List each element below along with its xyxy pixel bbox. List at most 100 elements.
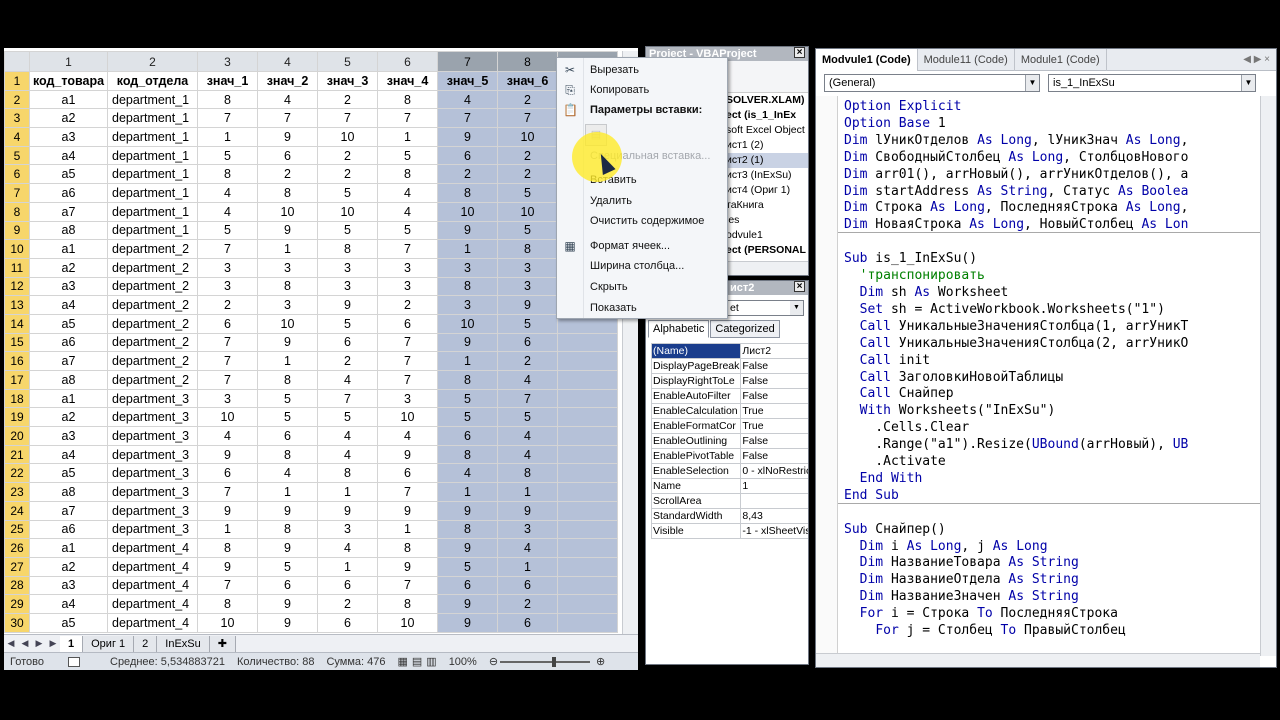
- table-cell[interactable]: department_3: [107, 482, 198, 502]
- property-value[interactable]: False: [740, 358, 808, 374]
- page-break-icon[interactable]: ▥: [426, 655, 436, 668]
- table-cell[interactable]: 2: [257, 164, 318, 185]
- table-cell[interactable]: 7: [377, 351, 438, 371]
- table-cell[interactable]: 2: [377, 295, 438, 315]
- table-cell[interactable]: a6: [29, 519, 108, 540]
- table-cell[interactable]: 9: [257, 538, 318, 558]
- table-cell[interactable]: 4: [497, 370, 558, 390]
- table-cell[interactable]: department_1: [107, 145, 198, 166]
- property-row[interactable]: EnableCalculation True: [650, 403, 808, 419]
- row-header[interactable]: 28: [4, 575, 30, 596]
- property-value[interactable]: [740, 493, 808, 509]
- table-cell[interactable]: a2: [29, 556, 108, 577]
- property-value[interactable]: True: [740, 418, 808, 434]
- table-cell[interactable]: 6: [197, 463, 258, 484]
- table-cell[interactable]: 7: [197, 351, 258, 371]
- table-cell[interactable]: 3: [497, 257, 558, 278]
- table-cell[interactable]: 8: [377, 538, 438, 558]
- table-cell[interactable]: 10: [437, 201, 498, 222]
- row-header[interactable]: 17: [4, 370, 30, 390]
- table-cell[interactable]: a1: [29, 388, 108, 409]
- header-cell[interactable]: знач_2: [257, 71, 318, 91]
- context-menu-item[interactable]: Копировать: [590, 80, 649, 100]
- property-row[interactable]: EnableFormatCor True: [650, 418, 808, 434]
- table-cell[interactable]: 5: [497, 220, 558, 241]
- table-cell[interactable]: department_3: [107, 519, 198, 540]
- row-header[interactable]: 3: [4, 108, 30, 129]
- table-cell[interactable]: department_1: [107, 201, 198, 222]
- table-cell[interactable]: 4: [377, 183, 438, 203]
- table-cell[interactable]: 7: [197, 108, 258, 129]
- table-cell[interactable]: 9: [437, 127, 498, 147]
- property-value[interactable]: False: [740, 433, 808, 449]
- table-cell[interactable]: 8: [257, 370, 318, 390]
- table-cell[interactable]: department_4: [107, 556, 198, 577]
- table-cell[interactable]: 8: [197, 594, 258, 614]
- row-header[interactable]: 5: [4, 145, 30, 166]
- table-cell[interactable]: 9: [317, 500, 378, 521]
- table-cell[interactable]: department_2: [107, 239, 198, 259]
- table-cell[interactable]: [557, 407, 618, 428]
- table-cell[interactable]: department_3: [107, 388, 198, 409]
- table-cell[interactable]: 9: [377, 500, 438, 521]
- procedure-dropdown[interactable]: is_1_InExSu ▼: [1048, 74, 1256, 92]
- tab-alphabetic[interactable]: Alphabetic: [648, 320, 710, 338]
- select-all-corner[interactable]: [4, 51, 30, 72]
- table-cell[interactable]: 4: [437, 89, 498, 110]
- header-cell[interactable]: знач_4: [377, 71, 438, 91]
- table-cell[interactable]: 8: [197, 89, 258, 110]
- table-cell[interactable]: [557, 388, 618, 409]
- table-cell[interactable]: 6: [437, 426, 498, 446]
- table-cell[interactable]: 3: [317, 276, 378, 297]
- table-cell[interactable]: [557, 463, 618, 484]
- close-icon[interactable]: ×: [794, 47, 805, 58]
- insert-sheet-icon[interactable]: ✚: [209, 635, 236, 652]
- tree-item[interactable]: les: [726, 213, 808, 228]
- table-cell[interactable]: 7: [377, 482, 438, 502]
- table-cell[interactable]: 8: [377, 594, 438, 614]
- table-cell[interactable]: 4: [377, 201, 438, 222]
- table-cell[interactable]: 7: [377, 108, 438, 129]
- table-cell[interactable]: 4: [497, 426, 558, 446]
- table-cell[interactable]: department_2: [107, 332, 198, 353]
- table-cell[interactable]: 7: [197, 575, 258, 596]
- table-cell[interactable]: 8: [377, 164, 438, 185]
- zoom-level[interactable]: 100%: [449, 656, 477, 668]
- table-cell[interactable]: department_2: [107, 276, 198, 297]
- context-menu-item[interactable]: Показать: [590, 298, 637, 318]
- table-cell[interactable]: a7: [29, 500, 108, 521]
- context-menu-item[interactable]: Ширина столбца...: [590, 256, 684, 276]
- table-cell[interactable]: 8: [497, 463, 558, 484]
- row-header[interactable]: 4: [4, 127, 30, 147]
- tree-item[interactable]: ect (PERSONAL: [726, 243, 808, 258]
- table-cell[interactable]: department_3: [107, 426, 198, 446]
- table-cell[interactable]: 10: [317, 127, 378, 147]
- table-cell[interactable]: department_1: [107, 183, 198, 203]
- table-cell[interactable]: 8: [317, 463, 378, 484]
- table-cell[interactable]: department_2: [107, 370, 198, 390]
- table-cell[interactable]: 10: [317, 201, 378, 222]
- table-cell[interactable]: 10: [497, 127, 558, 147]
- table-cell[interactable]: 6: [437, 575, 498, 596]
- column-header[interactable]: 2: [107, 51, 198, 72]
- table-cell[interactable]: 5: [497, 407, 558, 428]
- table-cell[interactable]: [557, 444, 618, 465]
- table-cell[interactable]: 1: [437, 351, 498, 371]
- table-cell[interactable]: 6: [377, 463, 438, 484]
- table-cell[interactable]: 9: [497, 295, 558, 315]
- sheet-tab-1[interactable]: 1: [60, 635, 84, 652]
- table-cell[interactable]: a5: [29, 313, 108, 334]
- table-cell[interactable]: 10: [377, 407, 438, 428]
- table-cell[interactable]: 5: [317, 220, 378, 241]
- table-cell[interactable]: [557, 351, 618, 371]
- zoom-in-icon[interactable]: ⊕: [596, 655, 605, 668]
- table-cell[interactable]: 7: [197, 239, 258, 259]
- column-header[interactable]: 7: [437, 51, 498, 72]
- property-value[interactable]: False: [740, 448, 808, 464]
- code-horizontal-scrollbar[interactable]: [816, 653, 1260, 667]
- property-value[interactable]: 1: [740, 478, 808, 494]
- tree-item[interactable]: SOLVER.XLAM): [726, 93, 808, 108]
- table-cell[interactable]: [557, 575, 618, 596]
- table-cell[interactable]: [557, 370, 618, 390]
- tab-nav-icons[interactable]: ◀ ▶ ×: [1243, 54, 1276, 65]
